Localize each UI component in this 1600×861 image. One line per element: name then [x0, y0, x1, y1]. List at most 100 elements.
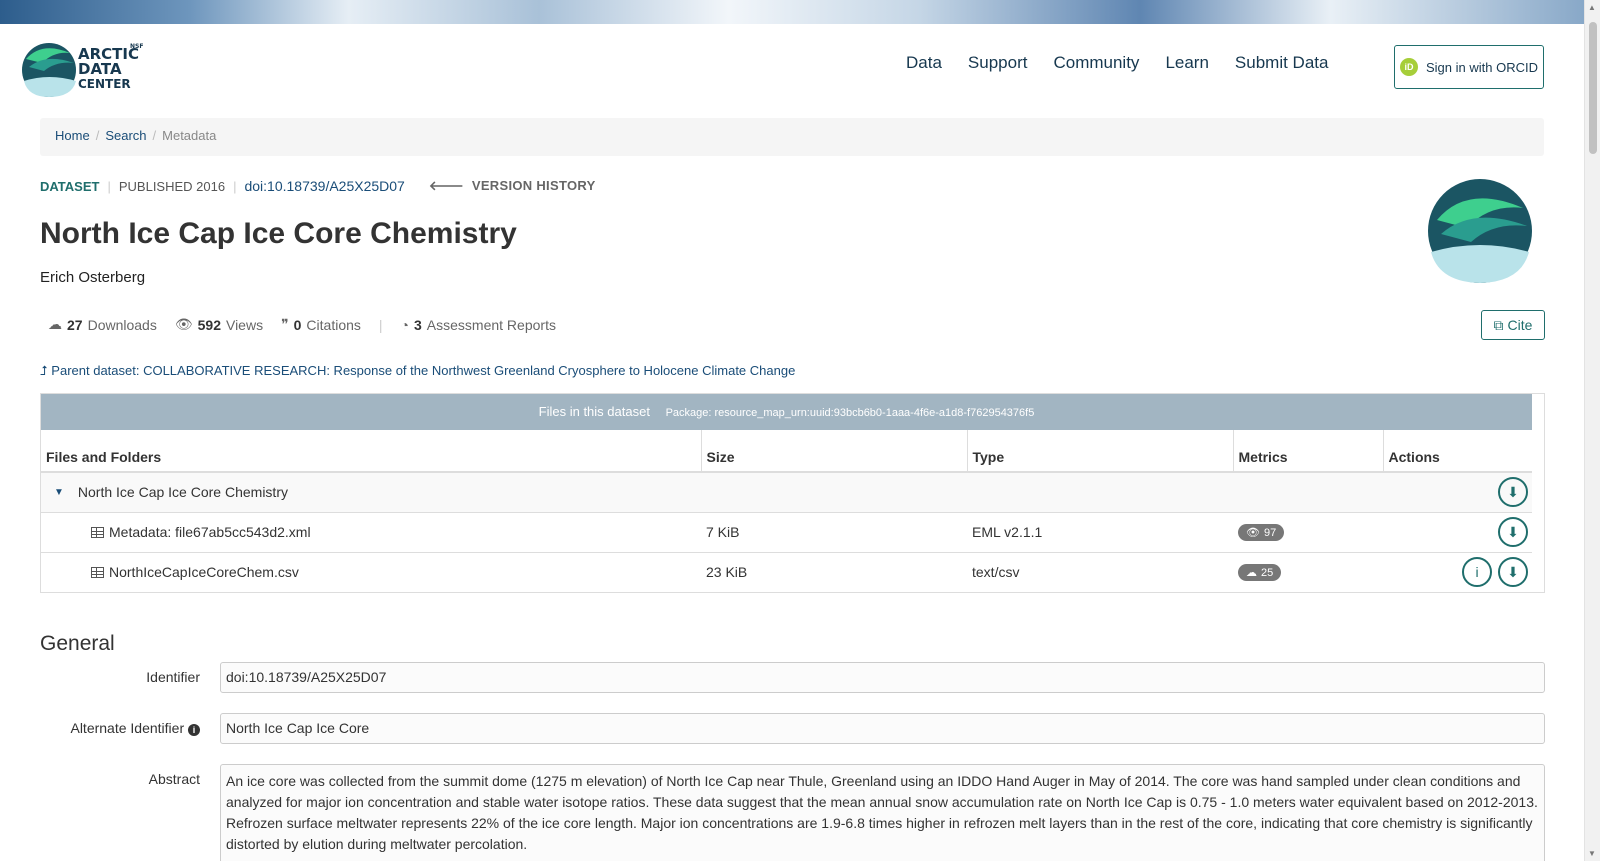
- downloads-badge-count: 25: [1261, 566, 1274, 579]
- identifier-label: Identifier: [146, 669, 200, 685]
- sign-in-orcid-label: Sign in with ORCID: [1426, 59, 1538, 75]
- folder-name: North Ice Cap Ice Core Chemistry: [77, 484, 288, 501]
- files-table: Files and Folders Size Type Metrics Acti…: [41, 430, 1532, 593]
- cloud-download-icon: ⬇: [1507, 563, 1519, 580]
- cloud-download-icon: ⬇: [1507, 523, 1519, 540]
- quote-icon: ❞: [281, 316, 289, 332]
- info-icon[interactable]: i: [188, 724, 200, 736]
- aurora-logo-icon: [22, 43, 76, 97]
- scroll-thumb[interactable]: [1589, 22, 1597, 154]
- nav-support[interactable]: Support: [968, 53, 1028, 73]
- reports-label: Assessment Reports: [426, 316, 556, 333]
- views-count: 592: [197, 316, 221, 333]
- main-nav: Data Support Community Learn Submit Data: [906, 53, 1328, 73]
- citations-count: 0: [293, 316, 302, 333]
- download-file-button[interactable]: ⬇: [1498, 517, 1528, 547]
- downloads-count: 27: [67, 316, 83, 333]
- table-row: NorthIceCapIceCoreChem.csv 23 KiB text/c…: [41, 552, 1532, 593]
- logo-line-center: CENTER: [78, 77, 131, 91]
- file-info-button[interactable]: i: [1462, 557, 1492, 587]
- orcid-icon: iD: [1400, 58, 1418, 76]
- collapse-caret-icon[interactable]: ▼: [54, 487, 64, 498]
- copy-icon: ⧉: [1493, 316, 1504, 333]
- level-up-icon: ⮥: [40, 363, 48, 378]
- col-actions: Actions: [1383, 430, 1532, 473]
- eye-icon: 👁: [174, 316, 193, 332]
- alternate-identifier-text: Alternate Identifier: [70, 720, 185, 736]
- abstract-label: Abstract: [148, 771, 200, 787]
- scroll-down-arrow-icon[interactable]: ▼: [1588, 849, 1596, 858]
- file-size: 7 KiB: [701, 512, 967, 553]
- views-label: Views: [225, 316, 264, 333]
- cite-label: Cite: [1507, 317, 1533, 333]
- cloud-download-icon: ☁: [1246, 567, 1257, 579]
- dataset-type-label: DATASET: [40, 178, 100, 194]
- col-size[interactable]: Size: [701, 430, 968, 473]
- general-section-heading: General: [40, 632, 115, 655]
- breadcrumb-current: Metadata: [162, 128, 217, 143]
- doi-link[interactable]: doi:10.18739/A25X25D07: [244, 178, 404, 194]
- arctic-data-center-logo[interactable]: NSF ARCTIC DATA CENTER: [20, 37, 143, 101]
- version-history-link[interactable]: 🡐 VERSION HISTORY: [429, 178, 596, 194]
- file-type: text/csv: [967, 552, 1233, 593]
- cite-button[interactable]: ⧉ Cite: [1481, 310, 1545, 340]
- downloads-badge: ☁ 25: [1238, 564, 1282, 581]
- table-icon: [91, 526, 104, 538]
- file-name[interactable]: Metadata: file67ab5cc543d2.xml: [109, 524, 311, 540]
- breadcrumb-home[interactable]: Home: [55, 128, 90, 143]
- table-icon: [91, 566, 104, 578]
- downloads-metric[interactable]: ☁ 27 Downloads: [48, 316, 157, 333]
- assessment-reports-metric[interactable]: ◔ 3 Assessment Reports: [401, 317, 556, 333]
- file-type: EML v2.1.1: [967, 512, 1233, 553]
- info-icon: i: [1475, 564, 1479, 580]
- download-folder-button[interactable]: ⬇: [1498, 477, 1528, 508]
- citations-metric[interactable]: ❞ 0 Citations: [281, 316, 361, 333]
- published-label: PUBLISHED 2016: [118, 178, 226, 194]
- arrow-left-icon: 🡐: [428, 178, 465, 193]
- dataset-logo-icon: [1428, 179, 1532, 283]
- files-table-container: Files in this dataset Package: resource_…: [40, 393, 1545, 593]
- nav-community[interactable]: Community: [1053, 53, 1139, 73]
- parent-dataset-text: Parent dataset: COLLABORATIVE RESEARCH: …: [51, 363, 796, 378]
- cloud-download-icon: ☁: [48, 316, 62, 332]
- gauge-icon: ◔: [400, 316, 409, 333]
- parent-dataset-link[interactable]: ⮥ Parent dataset: COLLABORATIVE RESEARCH…: [40, 363, 795, 379]
- download-file-button[interactable]: ⬇: [1498, 557, 1528, 587]
- cloud-download-icon: ⬇: [1507, 483, 1519, 500]
- package-id: Package: resource_map_urn:uuid:93bcb6b0-…: [665, 407, 1035, 419]
- page-title: North Ice Cap Ice Core Chemistry: [40, 217, 517, 250]
- alternate-identifier-field[interactable]: North Ice Cap Ice Core: [220, 713, 1545, 744]
- nav-submit-data[interactable]: Submit Data: [1235, 53, 1329, 73]
- col-files-and-folders[interactable]: Files and Folders: [41, 430, 702, 473]
- breadcrumb-search[interactable]: Search: [105, 128, 146, 143]
- dataset-meta-line: DATASET | PUBLISHED 2016 | doi:10.18739/…: [40, 178, 596, 194]
- file-name[interactable]: NorthIceCapIceCoreChem.csv: [109, 564, 299, 580]
- alternate-identifier-label: Alternate Identifier i: [70, 720, 200, 736]
- logo-nsf-text: NSF: [130, 43, 144, 50]
- col-type[interactable]: Type: [967, 430, 1234, 473]
- table-row: Metadata: file67ab5cc543d2.xml 7 KiB EML…: [41, 512, 1532, 553]
- views-metric[interactable]: 👁 592 Views: [175, 316, 263, 333]
- abstract-field[interactable]: An ice core was collected from the summi…: [220, 764, 1545, 861]
- dataset-author[interactable]: Erich Osterberg: [40, 269, 145, 286]
- header-banner-image: [0, 0, 1584, 24]
- files-heading: Files in this dataset: [538, 404, 650, 419]
- page-scrollbar[interactable]: ▲ ▼: [1584, 0, 1600, 861]
- file-size: 23 KiB: [701, 552, 967, 593]
- nav-data[interactable]: Data: [906, 53, 942, 73]
- table-row-folder: ▼ North Ice Cap Ice Core Chemistry ⬇: [41, 472, 1532, 513]
- citations-label: Citations: [306, 316, 361, 333]
- views-badge-count: 97: [1263, 526, 1277, 539]
- views-badge: 👁 97: [1238, 524, 1285, 541]
- eye-icon: 👁: [1246, 527, 1260, 539]
- scroll-up-arrow-icon[interactable]: ▲: [1588, 3, 1596, 12]
- nav-learn[interactable]: Learn: [1165, 53, 1208, 73]
- version-history-label: VERSION HISTORY: [471, 178, 596, 193]
- dataset-metrics: ☁ 27 Downloads 👁 592 Views ❞ 0 Citations…: [48, 316, 556, 333]
- col-metrics[interactable]: Metrics: [1233, 430, 1384, 473]
- downloads-label: Downloads: [87, 316, 157, 333]
- reports-count: 3: [414, 316, 422, 333]
- identifier-field[interactable]: doi:10.18739/A25X25D07: [220, 662, 1545, 693]
- breadcrumb: Home / Search / Metadata: [40, 118, 1544, 156]
- sign-in-orcid-button[interactable]: iD Sign in with ORCID: [1394, 45, 1544, 89]
